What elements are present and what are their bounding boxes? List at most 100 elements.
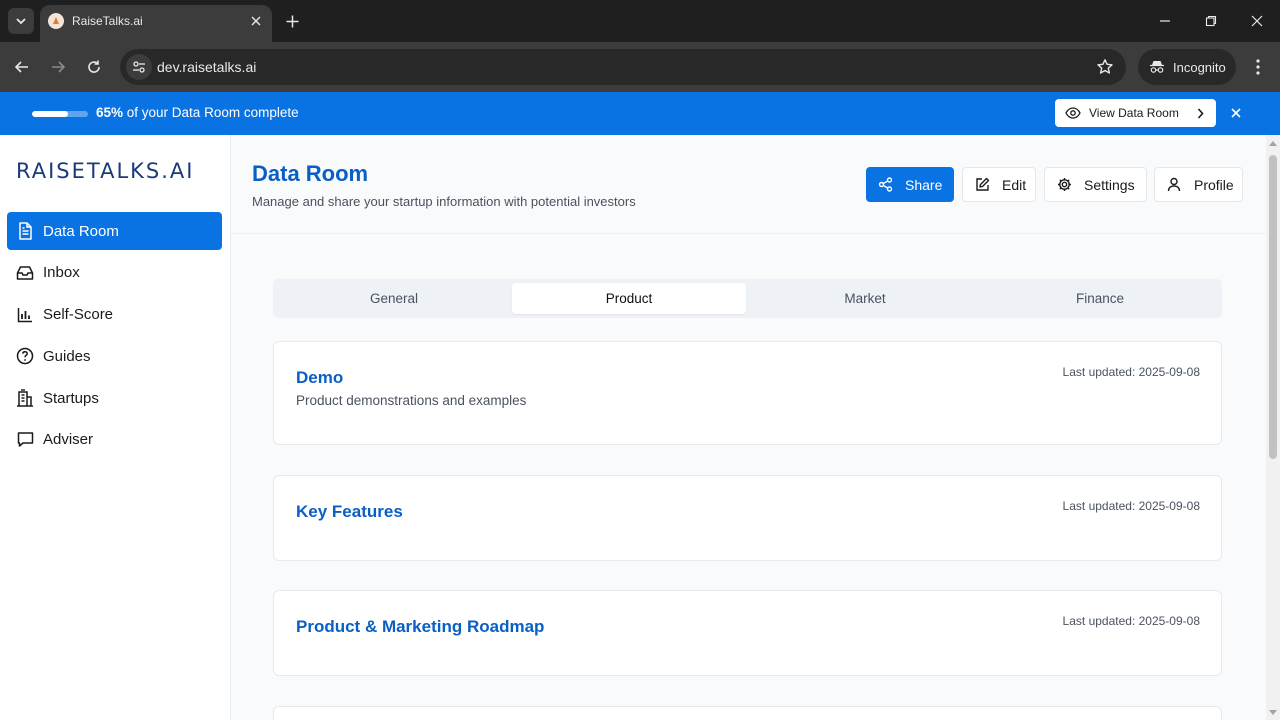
user-icon (1166, 177, 1182, 193)
sidebar-item-label: Guides (43, 347, 91, 365)
sidebar-item-label: Self-Score (43, 306, 114, 324)
tab-general[interactable]: General (277, 283, 511, 314)
more-vertical-icon (1256, 59, 1260, 75)
address-bar[interactable]: dev.raisetalks.ai (120, 49, 1126, 85)
page-subtitle: Manage and share your startup informatio… (252, 194, 636, 209)
restore-button[interactable] (1188, 0, 1234, 42)
settings-label: Settings (1084, 176, 1135, 193)
card-title[interactable]: Demo (296, 368, 343, 388)
bar-chart-icon (16, 306, 34, 324)
sidebar-item-startups[interactable]: Startups (7, 379, 222, 417)
section-card-roadmap[interactable]: Product & Marketing Roadmap Last updated… (273, 590, 1222, 676)
sidebar-item-adviser[interactable]: Adviser (7, 421, 222, 459)
section-tabs: General Product Market Finance (273, 279, 1222, 318)
sidebar: RAISETALKS.AI Data Room Inbox Self-Score… (0, 135, 231, 720)
tab-product[interactable]: Product (512, 283, 746, 314)
card-description: Product demonstrations and examples (296, 393, 527, 408)
section-card-demo[interactable]: Demo Product demonstrations and examples… (273, 341, 1222, 445)
sidebar-item-inbox[interactable]: Inbox (7, 254, 222, 292)
scroll-down-arrow[interactable] (1269, 710, 1277, 715)
site-info-icon[interactable] (126, 54, 152, 80)
progress-bar (32, 111, 88, 117)
building-icon (16, 389, 34, 407)
view-data-room-label: View Data Room (1089, 106, 1179, 120)
page-header: Data Room Manage and share your startup … (231, 135, 1266, 234)
inbox-icon (16, 264, 34, 282)
progress-message: 65% of your Data Room complete (96, 105, 299, 120)
sidebar-item-label: Adviser (43, 431, 94, 449)
plus-icon (286, 15, 298, 27)
url-text[interactable]: dev.raisetalks.ai (157, 59, 256, 75)
card-last-updated: Last updated: 2025-09-08 (1062, 365, 1200, 379)
card-title[interactable]: Key Features (296, 502, 403, 522)
bookmark-star-icon[interactable] (1096, 58, 1114, 76)
settings-button[interactable]: Settings (1044, 167, 1147, 202)
sidebar-item-data-room[interactable]: Data Room (7, 212, 222, 250)
forward-button[interactable] (45, 54, 71, 80)
document-icon (16, 222, 34, 240)
section-card-key-features[interactable]: Key Features Last updated: 2025-09-08 (273, 475, 1222, 561)
share-icon (877, 177, 893, 193)
chevron-down-icon (16, 18, 26, 25)
restore-icon (1205, 15, 1217, 27)
tab-market[interactable]: Market (748, 283, 982, 314)
scroll-up-arrow[interactable] (1269, 141, 1277, 146)
sidebar-item-label: Inbox (43, 264, 80, 282)
share-button[interactable]: Share (866, 167, 954, 202)
gear-icon (1056, 177, 1072, 193)
help-circle-icon (16, 347, 34, 365)
card-last-updated: Last updated: 2025-09-08 (1062, 614, 1200, 628)
tab-search-button[interactable] (8, 8, 34, 34)
close-icon (1251, 15, 1263, 27)
share-label: Share (905, 176, 943, 193)
progress-bar-fill (32, 111, 69, 117)
browser-tab-bar: RaiseTalks.ai (0, 0, 1280, 42)
minimize-button[interactable] (1142, 0, 1188, 42)
view-data-room-button[interactable]: View Data Room (1055, 99, 1216, 127)
reload-button[interactable] (81, 54, 107, 80)
arrow-right-icon (52, 61, 66, 73)
browser-menu-button[interactable] (1248, 57, 1268, 77)
incognito-indicator[interactable]: Incognito (1138, 49, 1236, 85)
page-title: Data Room (252, 161, 369, 186)
card-last-updated: Last updated: 2025-09-08 (1062, 499, 1200, 513)
eye-icon (1065, 107, 1081, 119)
close-icon (1231, 108, 1241, 118)
dismiss-banner-button[interactable] (1228, 105, 1244, 121)
edit-label: Edit (1002, 176, 1027, 193)
section-card-partial[interactable] (273, 706, 1222, 720)
incognito-label: Incognito (1173, 59, 1226, 75)
progress-message-text: of your Data Room complete (123, 105, 299, 120)
close-window-button[interactable] (1234, 0, 1280, 42)
progress-percent: 65% (96, 105, 124, 120)
sidebar-nav: Data Room Inbox Self-Score Guides Startu… (7, 212, 222, 463)
browser-toolbar: dev.raisetalks.ai Incognito (0, 42, 1280, 92)
profile-label: Profile (1194, 176, 1234, 193)
sidebar-item-label: Data Room (43, 222, 119, 240)
edit-button[interactable]: Edit (962, 167, 1036, 202)
raisetalks-logo[interactable]: RAISETALKS.AI (16, 159, 195, 183)
close-tab-icon[interactable] (248, 13, 264, 29)
back-button[interactable] (9, 54, 35, 80)
tab-finance[interactable]: Finance (983, 283, 1217, 314)
incognito-icon (1150, 61, 1164, 73)
scrollbar-thumb[interactable] (1269, 155, 1277, 459)
tab-title: RaiseTalks.ai (72, 14, 143, 28)
favicon-icon (48, 13, 64, 29)
profile-button[interactable]: Profile (1154, 167, 1243, 202)
sidebar-item-self-score[interactable]: Self-Score (7, 296, 222, 334)
browser-tab[interactable]: RaiseTalks.ai (40, 5, 272, 42)
chevron-right-icon (1197, 107, 1204, 119)
card-title[interactable]: Product & Marketing Roadmap (296, 617, 544, 637)
sidebar-item-guides[interactable]: Guides (7, 337, 222, 375)
sidebar-item-label: Startups (43, 389, 99, 407)
main-content: Data Room Manage and share your startup … (231, 135, 1266, 720)
page-scrollbar[interactable] (1266, 135, 1280, 720)
reload-icon (88, 60, 100, 73)
arrow-left-icon (14, 61, 28, 73)
data-room-progress-banner: 65% of your Data Room complete View Data… (0, 92, 1280, 135)
message-icon (16, 431, 34, 449)
new-tab-button[interactable] (280, 9, 304, 33)
minimize-icon (1160, 20, 1170, 22)
edit-icon (974, 177, 990, 193)
